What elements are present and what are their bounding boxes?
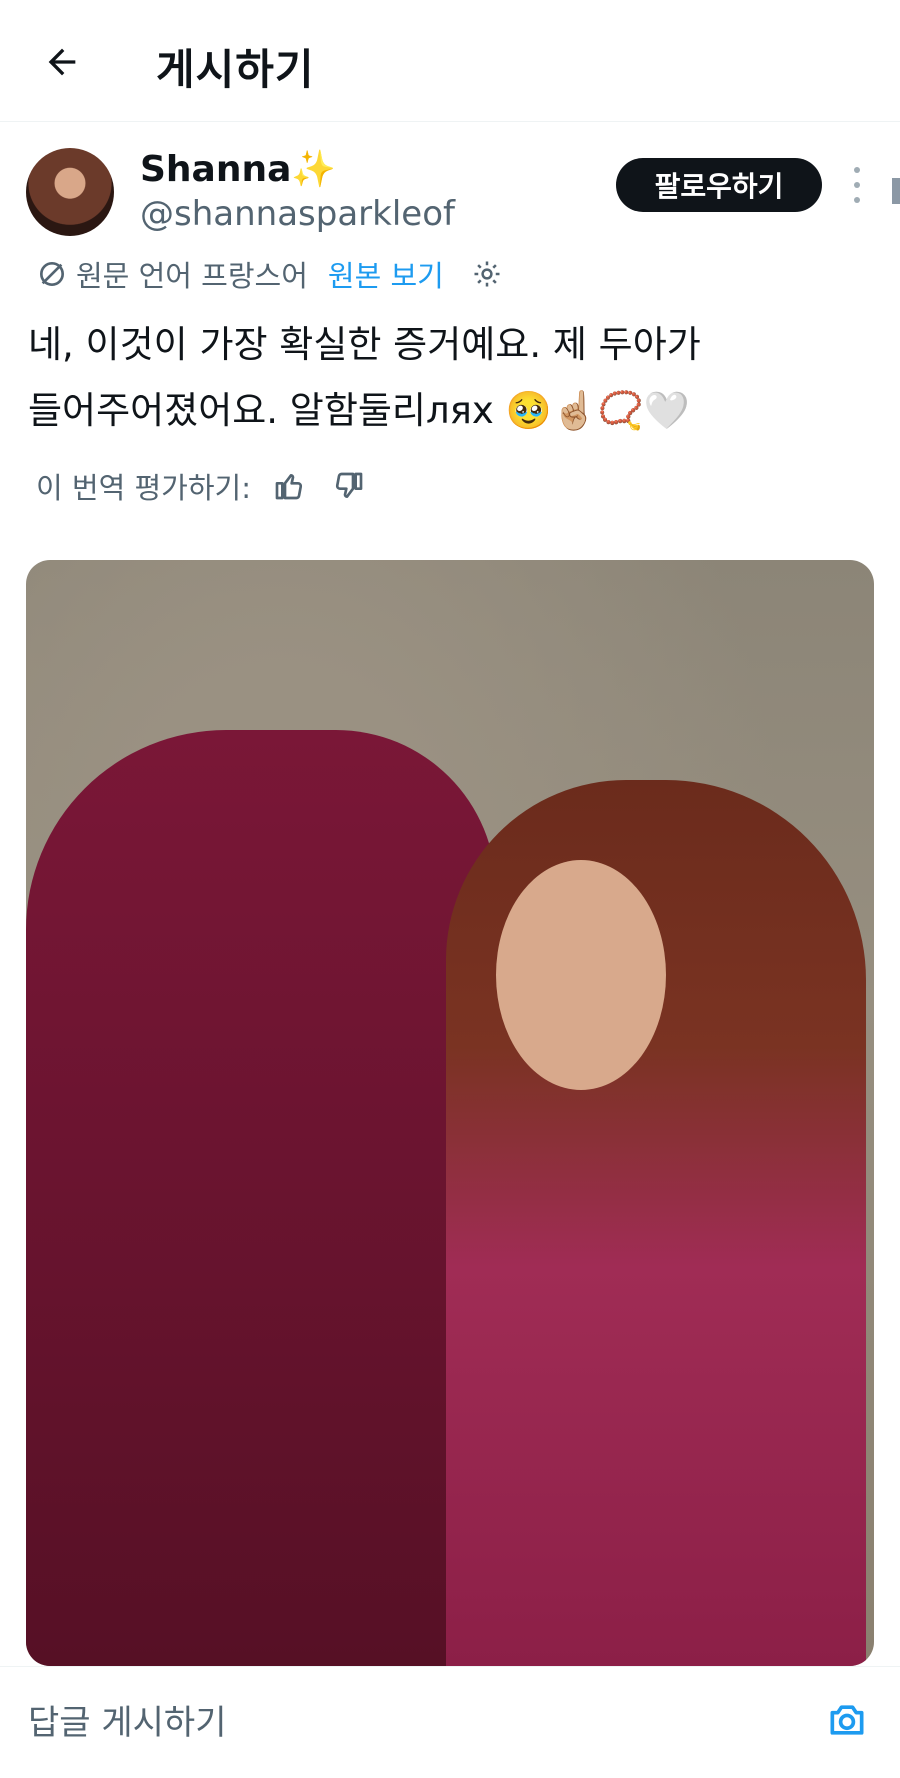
more-dot-icon xyxy=(854,197,860,204)
back-button[interactable] xyxy=(34,34,90,90)
author-display-name[interactable]: Shanna✨ xyxy=(140,148,336,190)
photo-person-veiled xyxy=(26,730,496,1666)
author-handle[interactable]: @shannasparkleof xyxy=(140,194,455,234)
arrow-left-icon xyxy=(48,48,76,76)
post-photo[interactable] xyxy=(26,560,874,1666)
gear-icon xyxy=(474,261,500,287)
translation-info: 원문 언어 프랑스어 원본 보기 xyxy=(36,254,502,294)
reply-bar: 답글 게시하기 xyxy=(0,1666,900,1778)
avatar[interactable] xyxy=(26,148,114,236)
post-text: 네, 이것이 가장 확실한 증거예요. 제 두아가 들어주어졌어요. 알함둘리л… xyxy=(28,312,878,444)
top-bar: 게시하기 xyxy=(0,0,900,122)
original-language-label: 원문 언어 프랑스어 xyxy=(76,259,308,293)
photo-face xyxy=(496,860,666,1090)
translate-icon xyxy=(40,262,64,286)
rate-translation-label: 이 번역 평가하기: xyxy=(36,471,251,505)
reply-input[interactable]: 답글 게시하기 xyxy=(28,1695,227,1744)
thumbs-down-button[interactable] xyxy=(333,470,365,502)
thumbs-up-icon xyxy=(275,474,303,500)
post-text-line: 네, 이것이 가장 확실한 증거예요. 제 두아가 xyxy=(28,323,701,366)
view-original-link[interactable]: 원본 보기 xyxy=(328,253,444,295)
more-options-button[interactable] xyxy=(842,162,872,208)
thumbs-down-icon xyxy=(335,472,363,498)
scrollbar-thumb[interactable] xyxy=(892,178,900,204)
thumbs-up-button[interactable] xyxy=(273,470,305,502)
camera-icon xyxy=(830,1705,864,1735)
rate-translation-row: 이 번역 평가하기: xyxy=(36,466,365,506)
camera-button[interactable] xyxy=(820,1693,874,1747)
page-title: 게시하기 xyxy=(156,45,315,94)
translation-settings-button[interactable] xyxy=(472,259,502,289)
more-dot-icon xyxy=(854,181,860,188)
post-text-line: 들어주어졌어요. 알함둘리лях 🥹☝🏼📿🤍 xyxy=(28,389,690,432)
follow-button[interactable]: 팔로우하기 xyxy=(616,158,822,212)
more-dot-icon xyxy=(854,166,860,173)
